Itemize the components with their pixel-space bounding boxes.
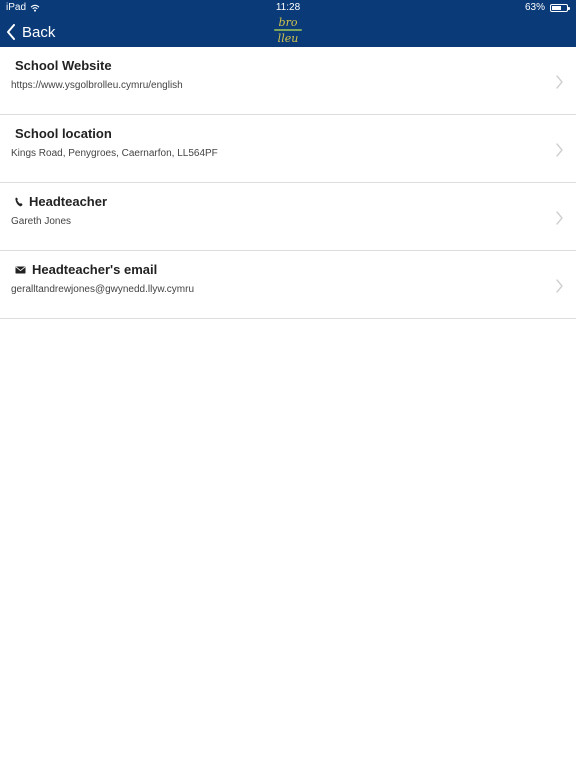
list-item-headteacher[interactable]: Headteacher Gareth Jones — [0, 183, 576, 251]
school-website-value: https://www.ysgolbrolleu.cymru/english — [11, 80, 183, 91]
headteacher-title: Headteacher — [29, 194, 108, 209]
top-navigation-bar: iPad 11:28 63% Back bro lleu — [0, 0, 576, 47]
headteacher-email-title: Headteacher's email — [32, 262, 158, 277]
battery-icon — [550, 4, 570, 12]
status-bar: iPad 11:28 63% — [0, 0, 576, 16]
chevron-right-icon — [556, 279, 563, 293]
list-item-school-website[interactable]: School Website https://www.ysgolbrolleu.… — [0, 47, 576, 115]
school-website-title: School Website — [15, 58, 112, 73]
logo-divider — [274, 29, 302, 31]
list-item-title: School Website — [15, 58, 112, 73]
school-location-title: School location — [15, 126, 112, 141]
list-item-title: School location — [15, 126, 112, 141]
battery-level-fill — [552, 6, 561, 10]
status-right: 63% — [524, 0, 570, 16]
chevron-right-icon — [556, 75, 563, 89]
school-location-value: Kings Road, Penygroes, Caernarfon, LL564… — [11, 148, 218, 159]
phone-icon — [15, 196, 23, 206]
chevron-right-icon — [556, 211, 563, 225]
chevron-left-icon — [7, 24, 15, 40]
status-time: 11:28 — [275, 2, 301, 13]
school-logo: bro lleu — [272, 17, 304, 45]
headteacher-email-value: geralltandrewjones@gwynedd.llyw.cymru — [11, 284, 195, 295]
list-item-school-location[interactable]: School location Kings Road, Penygroes, C… — [0, 115, 576, 183]
logo-text-bottom: lleu — [277, 32, 299, 45]
envelope-icon — [15, 265, 26, 273]
battery-percentage: 63% — [524, 2, 545, 13]
headteacher-value: Gareth Jones — [11, 216, 72, 227]
list-item-headteacher-email[interactable]: Headteacher's email geralltandrewjones@g… — [0, 251, 576, 319]
back-button[interactable]: Back — [6, 21, 55, 43]
chevron-right-icon — [556, 143, 563, 157]
logo-text-top: bro — [278, 16, 298, 29]
back-label: Back — [22, 23, 56, 41]
details-list: School Website https://www.ysgolbrolleu.… — [0, 47, 576, 319]
list-item-title: Headteacher's email — [15, 262, 157, 277]
list-item-title: Headteacher — [15, 194, 107, 209]
